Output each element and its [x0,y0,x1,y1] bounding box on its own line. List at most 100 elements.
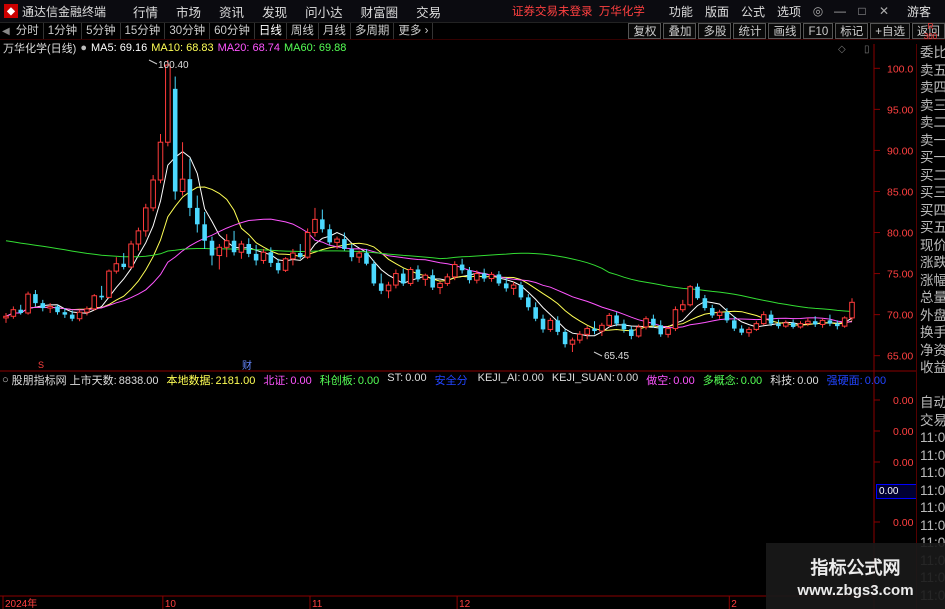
price-tick-label: 65.00 [887,351,913,363]
candle-body [606,314,613,326]
candle [768,310,774,327]
panel-toggle-icon[interactable]: ▯ [864,44,870,55]
side-panel-item[interactable]: 11:08 [917,482,945,500]
indicator-item: 北证: 0.00 [263,372,314,388]
candle [407,267,414,286]
side-panel-item[interactable]: 现价 [917,237,945,255]
candle-body [827,320,833,324]
price-tick-label: 85.00 [887,186,913,198]
circle-icon[interactable]: ○ [2,374,9,386]
finance-marker[interactable]: 财 [242,359,252,372]
candles [3,60,855,352]
candle [643,316,649,330]
candle [459,258,465,274]
candle-body [400,273,406,284]
candle-body [569,339,576,345]
candle-body [459,264,465,271]
side-panel-item[interactable]: 11:08 [917,499,945,517]
candle-body [304,232,311,258]
side-panel-item[interactable]: 卖二 [917,114,945,132]
side-panel-item[interactable] [917,377,945,395]
candle [533,302,538,322]
side-panel-item[interactable]: 11:08 [917,517,945,535]
candle-body [356,252,362,258]
candle-body [47,305,53,309]
candle [415,265,421,282]
candle [84,306,90,316]
side-panel-item[interactable]: 外盘 [917,307,945,325]
candle-body [474,273,480,281]
candle-body [695,286,700,299]
candle [327,224,332,245]
candle [584,326,590,340]
candle [635,324,642,338]
candle-body [841,317,848,327]
side-panel-item[interactable]: 换手 [917,324,945,342]
low-label: 65.45 [604,351,629,362]
candle [451,261,458,281]
candle [562,329,568,348]
side-panel-item[interactable]: 交易 [917,412,945,430]
side-panel-item[interactable]: 卖一 [917,132,945,150]
candle [746,326,752,337]
candle [606,312,613,327]
candle [819,318,826,328]
indicator-item-value: 0.00 [673,375,695,387]
side-panel-item[interactable]: 委比 [917,44,945,62]
indicator-item-label: 本地数据: [166,375,214,387]
side-panel-item[interactable]: 卖四 [917,79,945,97]
side-panel-item[interactable]: 涨跌 [917,254,945,272]
candle-body [282,258,289,271]
candle [179,142,186,196]
candle [400,268,406,286]
side-panel-item[interactable]: 卖五 [917,62,945,80]
candle [76,309,83,322]
side-panel-item[interactable]: 卖三 [917,97,945,115]
candle-body [467,270,472,281]
side-panel-item[interactable]: 收益 [917,359,945,377]
side-panel-item[interactable]: 买五 [917,219,945,237]
indicator-item-label: 科技: [770,375,796,387]
side-panel-item[interactable]: 买四 [917,202,945,220]
candle [385,281,392,299]
side-panel-item[interactable]: 11:08 [917,464,945,482]
candle [709,304,715,318]
indicator-item-label: 上市天数: [69,375,117,387]
candle-body [275,262,281,271]
indicator-item: 科创板: 0.00 [320,372,382,388]
candle-body [415,269,421,280]
indicator-name[interactable]: 股朋指标网 [12,372,67,388]
indicator-item-value: 2181.00 [215,375,256,387]
candle [172,76,178,200]
candle-body [592,328,597,332]
side-panel-item[interactable]: 涨幅 [917,272,945,290]
candle-body [444,276,451,284]
side-panel-item[interactable]: 买三 [917,184,945,202]
candle-body [157,141,164,181]
indicator-item-value: 8838.00 [118,375,159,387]
side-panel-item[interactable]: 11:08 [917,447,945,465]
candle-body [135,230,142,245]
candle-body [246,244,252,254]
kline-chart[interactable]: 100.0 95.00 90.00 85.00 80.00 75.00 70.00 65.00… [0,0,945,609]
candle-body [760,314,767,325]
candle-body [10,309,17,317]
candle [555,316,561,336]
time-tick-label: 2 [731,599,737,609]
high-annotation: 100.40 [148,59,189,71]
s-marker: S [38,360,44,370]
candle-body [732,320,737,329]
candle-body [451,264,458,278]
indicator-item: 做空: 0.00 [646,372,697,388]
candle [797,321,804,329]
indicator-item-label: KEJI_AI: [477,372,521,384]
candle-body [629,329,634,336]
side-panel-item[interactable]: 总量 [917,289,945,307]
side-panel-item[interactable]: 11:08 [917,429,945,447]
side-panel-item[interactable]: 买一 [917,149,945,167]
side-panel-item[interactable]: 买二 [917,167,945,185]
side-panel-item[interactable]: 自动 [917,394,945,412]
candle-body [342,239,347,249]
side-panel-item[interactable]: 净资 [917,342,945,360]
collapse-icon[interactable]: ◇ [838,44,846,55]
